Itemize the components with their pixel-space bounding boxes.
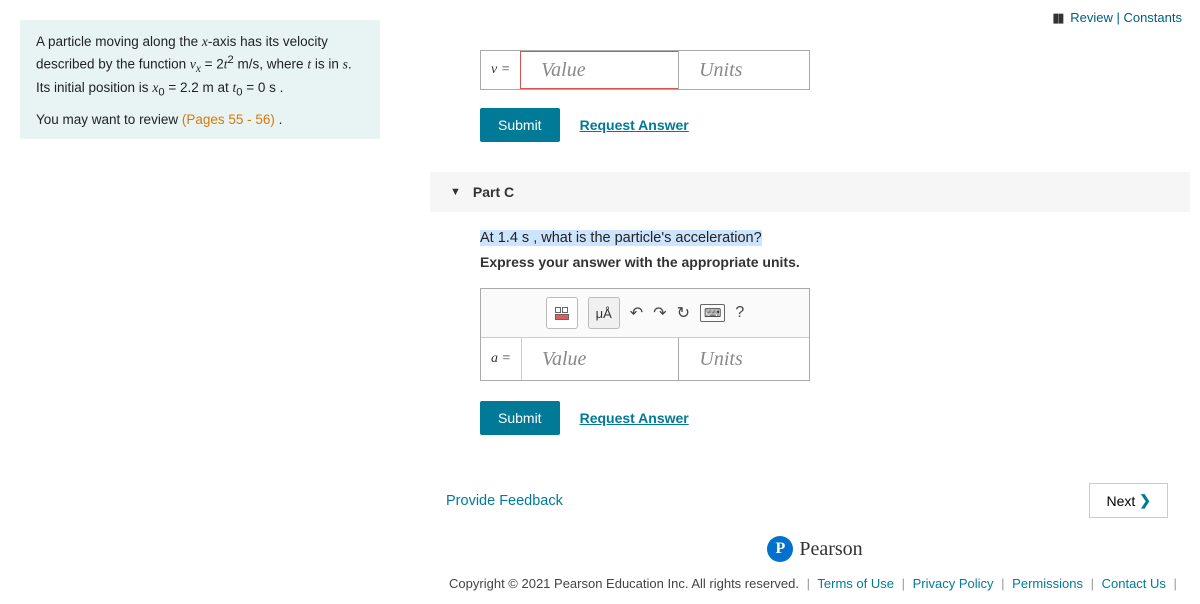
instruction-text: Express your answer with the appropriate… — [480, 254, 1190, 270]
partc-units-input[interactable]: Units — [679, 338, 809, 380]
pearson-p-icon: P — [767, 536, 793, 562]
top-links: ▮▮ Review | Constants — [1052, 10, 1182, 26]
keyboard-icon[interactable]: ⌨ — [700, 304, 725, 322]
units-input[interactable]: Units — [678, 51, 809, 89]
toolbar: μÅ ↶ ↷ ↻ ⌨ ? — [481, 289, 809, 338]
provide-feedback-link[interactable]: Provide Feedback — [446, 493, 563, 509]
help-icon[interactable]: ? — [735, 304, 744, 322]
caret-down-icon: ▼ — [450, 186, 461, 198]
pages-link[interactable]: (Pages 55 - 56) — [182, 112, 275, 127]
redo-icon[interactable]: ↷ — [653, 303, 666, 323]
constants-link[interactable]: Constants — [1123, 10, 1182, 25]
review-hint: You may want to review (Pages 55 - 56) . — [36, 112, 364, 127]
question-text: At 1.4 s , what is the particle's accele… — [480, 230, 1190, 246]
undo-icon[interactable]: ↶ — [630, 303, 643, 323]
privacy-link[interactable]: Privacy Policy — [913, 576, 994, 591]
part-c-header[interactable]: ▼ Part C — [430, 172, 1190, 212]
v-label: v = — [481, 51, 521, 89]
partc-request-answer-link[interactable]: Request Answer — [580, 410, 689, 426]
templates-button[interactable] — [546, 297, 578, 329]
symbols-button[interactable]: μÅ — [588, 297, 620, 329]
answer-box: μÅ ↶ ↷ ↻ ⌨ ? a = Value Units — [480, 288, 810, 381]
part-c-label: Part C — [473, 184, 514, 200]
permissions-link[interactable]: Permissions — [1012, 576, 1083, 591]
partc-submit-button[interactable]: Submit — [480, 401, 560, 435]
reset-icon[interactable]: ↻ — [677, 303, 690, 323]
flag-icon: ▮▮ — [1052, 10, 1062, 26]
partc-value-input[interactable]: Value — [522, 338, 679, 380]
terms-link[interactable]: Terms of Use — [817, 576, 894, 591]
pearson-logo: PPearson — [440, 536, 1190, 562]
request-answer-link[interactable]: Request Answer — [580, 117, 689, 133]
right-panel: ▮▮ Review | Constants v = Value Units Su… — [400, 0, 1200, 604]
a-label: a = — [481, 338, 522, 380]
submit-button[interactable]: Submit — [480, 108, 560, 142]
left-panel: A particle moving along the x-axis has i… — [0, 0, 400, 604]
review-link[interactable]: Review — [1070, 10, 1113, 25]
problem-text: A particle moving along the — [36, 34, 202, 49]
next-button[interactable]: Next ❯ — [1089, 483, 1168, 518]
partb-input-row: v = Value Units — [480, 50, 810, 90]
problem-statement: A particle moving along the x-axis has i… — [20, 20, 380, 139]
value-input[interactable]: Value — [520, 51, 679, 89]
chevron-right-icon: ❯ — [1139, 492, 1151, 509]
copyright-text: Copyright © 2021 Pearson Education Inc. … — [449, 576, 799, 591]
contact-link[interactable]: Contact Us — [1102, 576, 1166, 591]
footer: Copyright © 2021 Pearson Education Inc. … — [440, 576, 1190, 591]
